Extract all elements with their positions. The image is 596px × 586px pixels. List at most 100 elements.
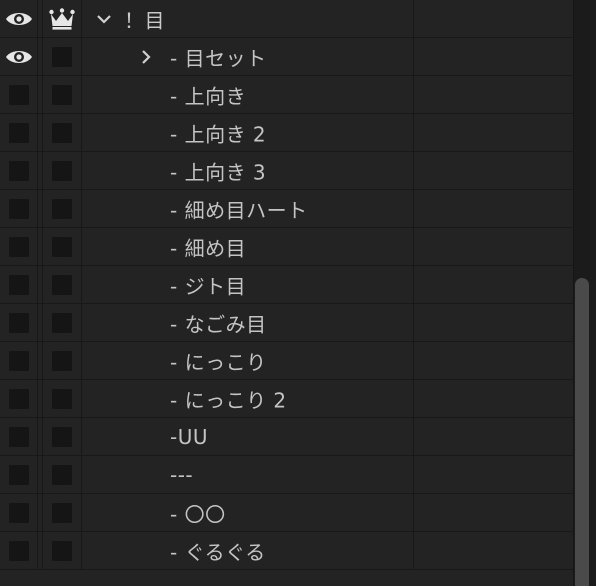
crown-icon bbox=[49, 7, 75, 30]
layer-row[interactable]: - 細め目ハート bbox=[0, 190, 573, 228]
layer-group-row[interactable]: ！目 bbox=[0, 0, 573, 38]
layer-row[interactable]: - 〇〇 bbox=[0, 494, 573, 532]
visibility-toggle[interactable] bbox=[0, 380, 38, 417]
layer-label: - 上向き bbox=[170, 84, 247, 108]
visibility-toggle[interactable] bbox=[0, 228, 38, 265]
layer-label: - ぐるぐる bbox=[170, 540, 266, 564]
visibility-toggle[interactable] bbox=[0, 114, 38, 151]
crown-empty-box bbox=[52, 198, 72, 219]
layer-row[interactable]: --- bbox=[0, 456, 573, 494]
layer-row[interactable]: - ジト目 bbox=[0, 266, 573, 304]
crown-toggle[interactable] bbox=[42, 76, 82, 113]
layer-row[interactable]: - ぐるぐる bbox=[0, 532, 573, 570]
crown-toggle[interactable] bbox=[42, 266, 82, 303]
layer-row[interactable]: - 細め目 bbox=[0, 228, 573, 266]
layer-row[interactable]: - にっこり 2 bbox=[0, 380, 573, 418]
crown-empty-box bbox=[52, 160, 72, 181]
layer-row[interactable]: - にっこり bbox=[0, 342, 573, 380]
layer-row[interactable]: - 上向き 2 bbox=[0, 114, 573, 152]
visibility-toggle[interactable] bbox=[0, 418, 38, 455]
name-cell: - 細め目ハート bbox=[82, 190, 414, 227]
crown-empty-box bbox=[52, 426, 72, 447]
name-cell: - 上向き 3 bbox=[82, 152, 414, 189]
visibility-empty-box bbox=[8, 426, 29, 447]
visibility-toggle[interactable] bbox=[0, 190, 38, 227]
name-cell: - にっこり bbox=[82, 342, 414, 379]
crown-toggle[interactable] bbox=[42, 0, 82, 37]
crown-empty-box bbox=[52, 350, 72, 371]
crown-toggle[interactable] bbox=[42, 190, 82, 227]
crown-toggle[interactable] bbox=[42, 380, 82, 417]
chevron-down-icon[interactable] bbox=[96, 13, 112, 25]
name-cell: - 細め目 bbox=[82, 228, 414, 265]
visibility-empty-box bbox=[8, 160, 29, 181]
crown-toggle[interactable] bbox=[42, 494, 82, 531]
layer-label: - なごみ目 bbox=[170, 312, 267, 336]
crown-empty-box bbox=[52, 236, 72, 257]
crown-toggle[interactable] bbox=[42, 228, 82, 265]
chevron-right-icon[interactable] bbox=[140, 49, 152, 65]
layer-label: --- bbox=[170, 462, 194, 487]
visibility-empty-box bbox=[8, 274, 29, 295]
eye-icon bbox=[5, 50, 32, 63]
layer-label: - 上向き 3 bbox=[170, 160, 267, 184]
name-cell: - 上向き bbox=[82, 76, 414, 113]
layer-group-label: ！目 bbox=[124, 8, 165, 32]
visibility-toggle[interactable] bbox=[0, 342, 38, 379]
visibility-empty-box bbox=[8, 350, 29, 371]
crown-toggle[interactable] bbox=[42, 532, 82, 569]
visibility-empty-box bbox=[8, 312, 29, 333]
visibility-empty-box bbox=[8, 388, 29, 409]
visibility-empty-box bbox=[8, 236, 29, 257]
visibility-toggle[interactable] bbox=[0, 0, 38, 37]
visibility-toggle[interactable] bbox=[0, 76, 38, 113]
layer-label: - 細め目ハート bbox=[170, 198, 308, 222]
name-cell: - 目セット bbox=[82, 38, 414, 75]
name-cell: - 上向き 2 bbox=[82, 114, 414, 151]
visibility-empty-box bbox=[8, 198, 29, 219]
crown-toggle[interactable] bbox=[42, 342, 82, 379]
visibility-toggle[interactable] bbox=[0, 266, 38, 303]
crown-empty-box bbox=[52, 122, 72, 143]
crown-toggle[interactable] bbox=[42, 456, 82, 493]
crown-empty-box bbox=[52, 274, 72, 295]
crown-empty-box bbox=[52, 46, 72, 67]
layer-label: - 上向き 2 bbox=[170, 122, 267, 146]
layer-list: ！目 - 目セット - 上向き - 上向き 2 - 上向き 3 - 細め目ハート… bbox=[0, 0, 573, 570]
crown-empty-box bbox=[52, 84, 72, 105]
crown-toggle[interactable] bbox=[42, 418, 82, 455]
visibility-toggle[interactable] bbox=[0, 456, 38, 493]
crown-empty-box bbox=[52, 464, 72, 485]
visibility-empty-box bbox=[8, 502, 29, 523]
name-cell: - ぐるぐる bbox=[82, 532, 414, 569]
visibility-toggle[interactable] bbox=[0, 304, 38, 341]
visibility-toggle[interactable] bbox=[0, 152, 38, 189]
layer-label: - 目セット bbox=[170, 46, 267, 70]
layer-label: - ジト目 bbox=[170, 274, 247, 298]
name-cell: -UU bbox=[82, 418, 414, 455]
crown-toggle[interactable] bbox=[42, 114, 82, 151]
layer-row[interactable]: -UU bbox=[0, 418, 573, 456]
name-cell: ！目 bbox=[82, 0, 414, 37]
crown-toggle[interactable] bbox=[42, 152, 82, 189]
layer-label: - 〇〇 bbox=[170, 502, 226, 526]
layer-row[interactable]: - 上向き bbox=[0, 76, 573, 114]
layer-label: - にっこり bbox=[170, 350, 267, 374]
crown-toggle[interactable] bbox=[42, 38, 82, 75]
crown-empty-box bbox=[52, 388, 72, 409]
visibility-toggle[interactable] bbox=[0, 494, 38, 531]
layer-row[interactable]: - 目セット bbox=[0, 38, 573, 76]
crown-empty-box bbox=[52, 540, 72, 561]
layer-panel: ！目 - 目セット - 上向き - 上向き 2 - 上向き 3 - 細め目ハート… bbox=[0, 0, 596, 586]
scrollbar-thumb[interactable] bbox=[575, 278, 589, 586]
layer-row[interactable]: - なごみ目 bbox=[0, 304, 573, 342]
visibility-empty-box bbox=[8, 84, 29, 105]
visibility-toggle[interactable] bbox=[0, 532, 38, 569]
layer-row[interactable]: - 上向き 3 bbox=[0, 152, 573, 190]
visibility-empty-box bbox=[8, 122, 29, 143]
name-cell: - にっこり 2 bbox=[82, 380, 414, 417]
visibility-toggle[interactable] bbox=[0, 38, 38, 75]
crown-empty-box bbox=[52, 502, 72, 523]
crown-toggle[interactable] bbox=[42, 304, 82, 341]
name-cell: - ジト目 bbox=[82, 266, 414, 303]
